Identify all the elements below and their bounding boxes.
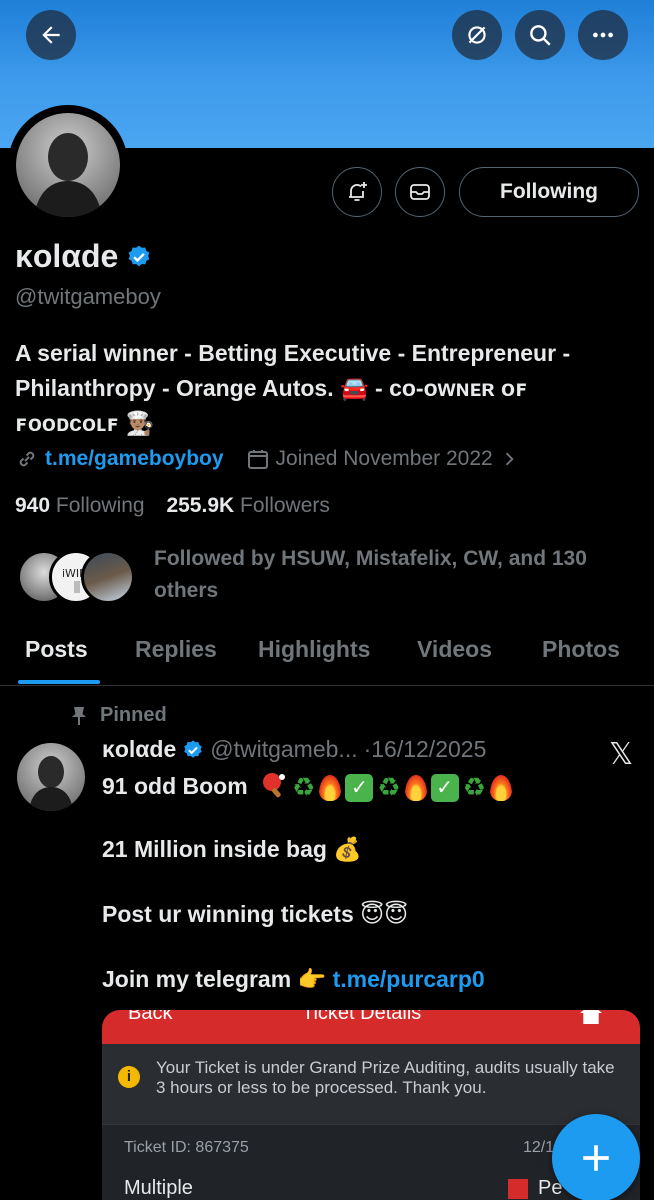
check-icon: ✓ <box>345 774 374 802</box>
pinned-label: Pinned <box>70 704 167 727</box>
ticket-id: Ticket ID: 867375 <box>124 1139 249 1156</box>
fire-icon <box>319 775 342 801</box>
ticket-title: Ticket Details <box>302 1010 422 1024</box>
post-line-1: 91 odd Boom ♻ ✓ ♻ ✓ ♻ <box>102 771 516 805</box>
post-author[interactable]: κolαde <box>102 736 176 763</box>
post-date[interactable]: ·16/12/2025 <box>364 736 487 763</box>
recycle-icon: ♻ <box>377 773 401 803</box>
ticket-date: 12/1 <box>523 1139 555 1156</box>
profile-handle: @twitgameboy <box>15 284 161 309</box>
arrow-left-icon <box>42 26 60 44</box>
profile-bio: A serial winner - Betting Executive - En… <box>15 336 640 441</box>
notice-text: Your Ticket is under Grand Prize Auditin… <box>156 1058 615 1097</box>
followed-by-text[interactable]: Followed by HSUW, Mistafelix, CW, and 13… <box>154 543 644 607</box>
profile-name: κolαde <box>15 238 152 275</box>
post-avatar[interactable] <box>17 743 85 811</box>
post-handle[interactable]: @twitgameb... <box>210 736 357 763</box>
envelope-icon <box>410 184 430 200</box>
ticket-back: Back <box>128 1010 173 1024</box>
plus-icon <box>583 1145 609 1171</box>
check-icon: ✓ <box>430 774 459 802</box>
chevron-right-icon[interactable] <box>499 449 519 469</box>
hide-button[interactable] <box>452 10 502 60</box>
search-icon <box>530 25 551 46</box>
profile-name-text: κolαde <box>15 238 119 274</box>
status-square <box>508 1179 528 1199</box>
followed-by-avatars[interactable]: iWIN <box>17 550 142 604</box>
tab-photos[interactable]: Photos <box>542 636 620 663</box>
tab-highlights[interactable]: Highlights <box>258 636 370 663</box>
post-header: κolαde @twitgameb... ·16/12/2025 <box>102 736 486 763</box>
more-button[interactable] <box>578 10 628 60</box>
message-button[interactable] <box>395 167 445 217</box>
profile-avatar[interactable] <box>8 105 128 225</box>
followers-count-link[interactable]: 255.9K Followers <box>166 494 329 517</box>
recycle-icon: ♻ <box>292 773 316 803</box>
bell-plus-icon <box>349 182 367 201</box>
pin-icon <box>72 706 86 725</box>
post-line-3: Post ur winning tickets 😇😇 <box>102 901 409 927</box>
following-button[interactable]: Following <box>459 167 639 217</box>
fire-icon <box>404 775 427 801</box>
eye-slash-icon <box>468 26 486 44</box>
verified-badge-icon <box>184 739 202 758</box>
bio-line-2: Philanthropy - Orange Autos. 🚘 - ᴄᴏ-ᴏᴡɴᴇ… <box>15 375 528 401</box>
home-icon <box>580 1010 602 1024</box>
tab-replies[interactable]: Replies <box>135 636 217 663</box>
info-icon: i <box>118 1066 140 1088</box>
post-line-2: 21 Million inside bag 💰 <box>102 836 362 862</box>
x-logo-icon: 𝕏 <box>609 737 634 772</box>
profile-tabs: Posts Replies Highlights Videos Photos <box>0 620 654 686</box>
notifications-button[interactable] <box>332 167 382 217</box>
profile-meta: t.me/gameboyboy Joined November 2022 <box>15 447 519 471</box>
more-icon <box>593 32 613 38</box>
following-count-link[interactable]: 940 Following <box>15 494 145 517</box>
ticket-header: Back Ticket Details <box>102 1010 640 1044</box>
bio-line-1: A serial winner - Betting Executive - En… <box>15 340 571 366</box>
ping-pong-icon <box>260 771 288 805</box>
active-tab-indicator <box>18 680 100 684</box>
fire-icon <box>490 775 512 801</box>
tab-videos[interactable]: Videos <box>417 636 492 663</box>
search-button[interactable] <box>515 10 565 60</box>
link-icon <box>19 451 35 467</box>
back-button[interactable] <box>26 10 76 60</box>
bio-line-3: ꜰᴏᴏᴅᴄᴏʟꜰ 👨🏽‍🍳 <box>15 410 155 436</box>
profile-link[interactable]: t.me/gameboyboy <box>45 447 224 471</box>
follower-avatar <box>81 550 135 604</box>
calendar-icon <box>247 450 268 469</box>
recycle-icon: ♻ <box>462 773 486 803</box>
verified-badge-icon <box>128 245 150 266</box>
telegram-link[interactable]: t.me/purcarp0 <box>333 966 485 992</box>
joined-date: Joined November 2022 <box>275 447 493 470</box>
profile-counts: 940 Following 255.9K Followers <box>15 494 330 518</box>
ticket-type: Multiple <box>124 1177 193 1199</box>
post-line-4: Join my telegram 👉 t.me/purcarp0 <box>102 966 485 992</box>
ticket-notice: i Your Ticket is under Grand Prize Audit… <box>102 1044 640 1124</box>
compose-button[interactable] <box>552 1114 640 1200</box>
tab-posts[interactable]: Posts <box>25 636 88 663</box>
